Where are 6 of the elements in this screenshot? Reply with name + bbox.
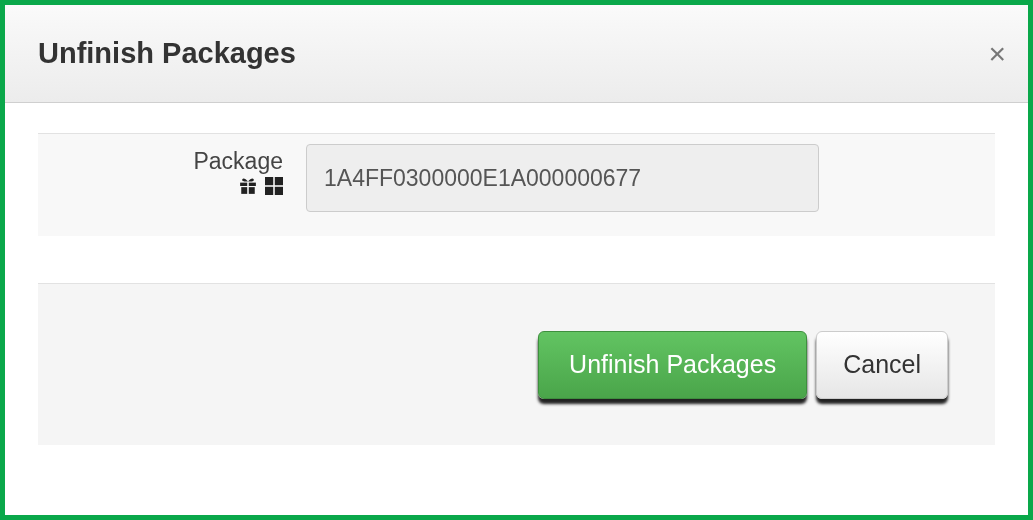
dialog-title: Unfinish Packages — [38, 35, 296, 71]
grid-icon — [265, 176, 283, 195]
gift-icon — [239, 176, 257, 195]
close-button[interactable]: × — [988, 38, 1006, 69]
cancel-button[interactable]: Cancel — [816, 331, 948, 399]
field-label: Package — [193, 147, 283, 176]
